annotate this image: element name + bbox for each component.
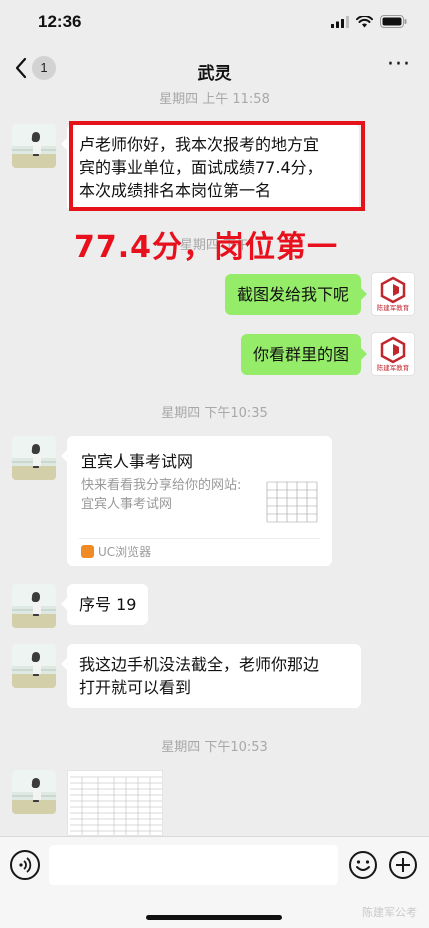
battery-icon	[380, 15, 407, 28]
voice-icon	[19, 857, 32, 873]
contact-avatar[interactable]	[12, 124, 56, 168]
avatar-image	[12, 770, 56, 814]
message-text-line: 我这边手机没法截全，老师你那边	[79, 655, 320, 674]
timestamp: 星期四 下午10:53	[161, 740, 268, 755]
status-icons	[331, 15, 407, 28]
nav-bar: 1 武灵 ···	[0, 46, 429, 92]
svg-text:陈建军教育: 陈建军教育	[377, 303, 410, 312]
link-card-source-label: UC浏览器	[98, 545, 152, 559]
timestamp: 星期四 下午10:35	[161, 406, 268, 421]
wifi-icon	[356, 15, 373, 27]
avatar-image	[12, 584, 56, 628]
contact-avatar[interactable]	[12, 584, 56, 628]
chat-title: 武灵	[197, 64, 232, 84]
contact-avatar[interactable]	[12, 644, 56, 688]
contact-avatar[interactable]	[12, 436, 56, 480]
highlight-annotation-box	[69, 121, 365, 211]
overlay-annotation-text: 77.4分，岗位第一	[74, 230, 339, 265]
status-bar: 12:36	[0, 0, 429, 46]
status-time: 12:36	[38, 12, 82, 31]
emoji-button[interactable]	[348, 850, 378, 880]
message-bubble[interactable]: 序号 19	[60, 584, 149, 625]
signal-icon	[331, 15, 349, 28]
timestamp: 星期四 上午 11:58	[159, 92, 270, 107]
link-card-divider	[79, 538, 320, 539]
chat-area[interactable]: 星期四 上午 11:58 卢老师你好，我本次报考的地方宜 宾的事业单位，面试成绩…	[0, 92, 429, 836]
link-card-title: 宜宾人事考试网	[81, 452, 194, 471]
link-card-thumbnail	[263, 474, 321, 532]
message-bubble[interactable]: 我这边手机没法截全，老师你那边 打开就可以看到	[61, 644, 361, 708]
contact-avatar[interactable]	[12, 770, 56, 814]
input-bar: 陈建军公考	[0, 836, 429, 928]
message-bubble-self[interactable]: 你看群里的图	[240, 334, 368, 375]
brand-logo-icon: 陈建军教育	[377, 336, 410, 372]
message-text: 序号 19	[79, 595, 137, 614]
home-indicator[interactable]	[146, 915, 282, 920]
message-input[interactable]	[49, 845, 338, 885]
spreadsheet-thumbnail	[70, 776, 162, 835]
avatar-image	[12, 436, 56, 480]
avatar-image	[12, 644, 56, 688]
brand-logo-icon: 陈建军教育	[377, 276, 410, 312]
voice-input-button[interactable]	[10, 850, 40, 880]
avatar-image	[12, 124, 56, 168]
self-avatar[interactable]: 陈建军教育	[371, 272, 415, 316]
link-card[interactable]: 宜宾人事考试网 快来看看我分享给你的网站:宜宾人事考试网 UC浏览器	[61, 436, 332, 566]
watermark: 陈建军公考	[362, 906, 417, 919]
more-options-button[interactable]: ···	[387, 52, 411, 77]
message-text: 截图发给我下呢	[236, 285, 349, 304]
uc-browser-icon	[81, 545, 94, 558]
message-text: 你看群里的图	[252, 345, 349, 364]
message-bubble-self[interactable]: 截图发给我下呢	[224, 274, 368, 315]
link-card-description: 快来看看我分享给你的网站:宜宾人事考试网	[81, 478, 242, 512]
add-attachment-button[interactable]	[388, 850, 418, 880]
self-avatar[interactable]: 陈建军教育	[371, 332, 415, 376]
svg-text:陈建军教育: 陈建军教育	[377, 363, 410, 372]
link-card-source: UC浏览器	[81, 543, 151, 560]
image-message[interactable]	[67, 770, 163, 836]
message-text-line: 打开就可以看到	[79, 678, 192, 697]
